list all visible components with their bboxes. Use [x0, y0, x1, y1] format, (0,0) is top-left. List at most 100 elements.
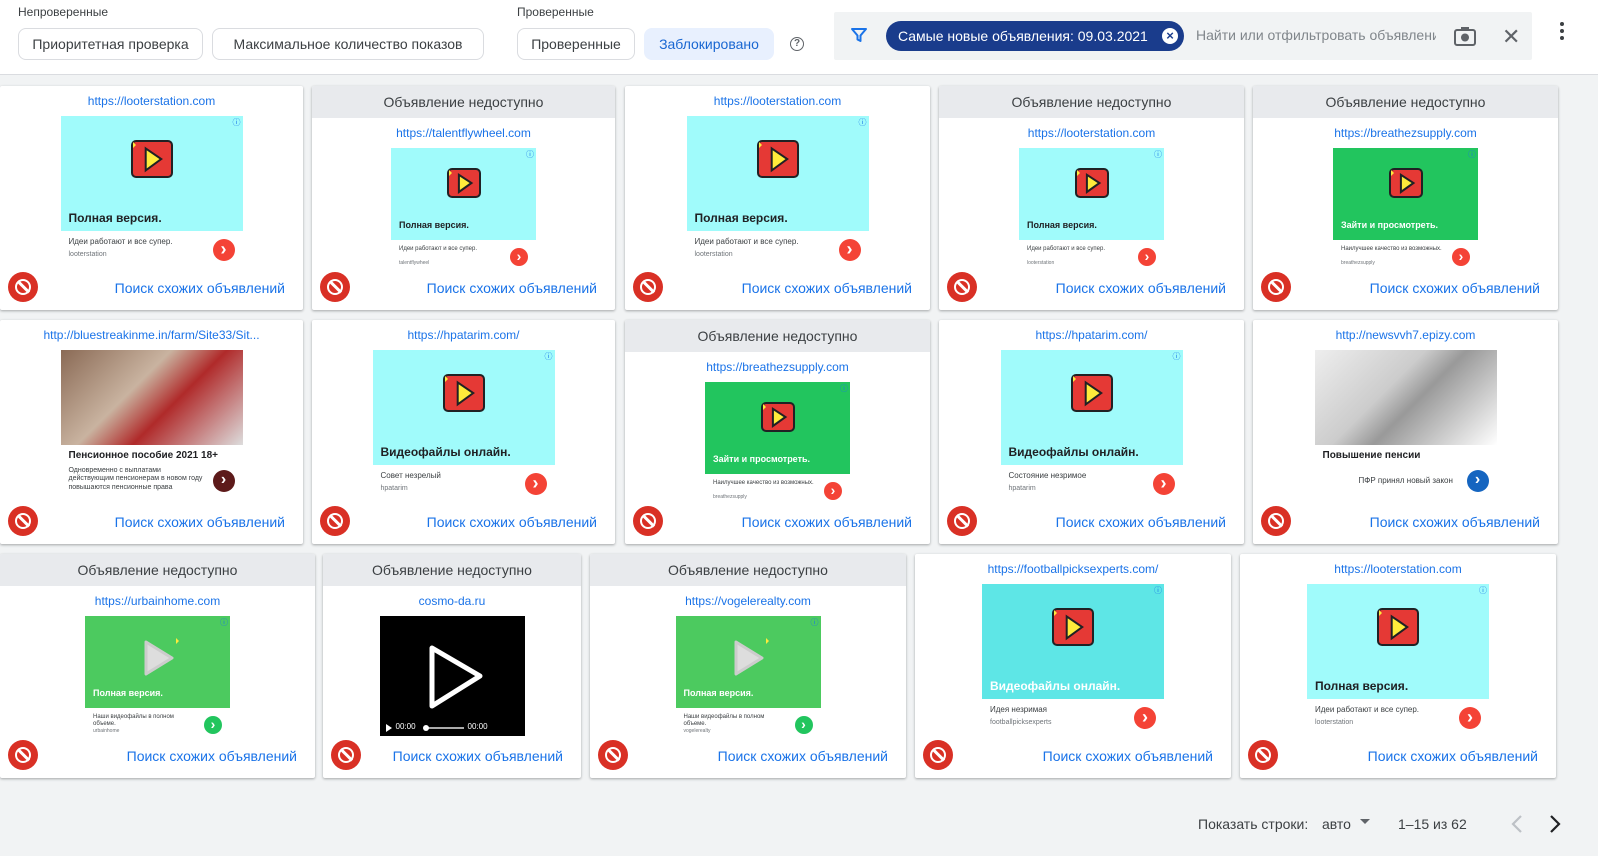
ad-arrow-icon[interactable]: › — [204, 716, 222, 734]
ad-creative[interactable]: Зайти и просмотреть. Наилучшее качество и… — [705, 382, 850, 502]
ad-arrow-icon[interactable]: › — [824, 482, 842, 500]
ad-arrow-icon[interactable]: › — [212, 239, 235, 261]
ad-creative[interactable]: Видеофайлы онлайн. Состояние незримое hpat… — [1000, 350, 1183, 500]
ad-url-link[interactable]: https://breathezsupply.com — [1253, 118, 1558, 148]
ad-card[interactable]: http://newsvvh7.epizy.com Повышение пенси… — [1253, 320, 1558, 544]
find-similar-link[interactable]: Поиск схожих объявлений — [127, 748, 297, 764]
camera-icon[interactable] — [1454, 26, 1476, 46]
ad-url-link[interactable]: https://urbainhome.com — [0, 586, 315, 616]
block-ad-icon[interactable] — [947, 272, 977, 302]
find-similar-link[interactable]: Поиск схожих объявлений — [1056, 514, 1226, 530]
ad-url-link[interactable]: https://footballpicksexperts.com/ — [915, 554, 1231, 584]
ad-info-icon[interactable]: ⓘ — [1154, 149, 1162, 160]
ad-card[interactable]: Объявление недоступно https://talentflywh… — [312, 86, 615, 310]
ad-arrow-icon[interactable]: › — [838, 239, 861, 261]
ad-url-link[interactable]: https://vogelerealty.com — [590, 586, 906, 616]
block-ad-icon[interactable] — [8, 272, 38, 302]
block-ad-icon[interactable] — [320, 506, 350, 536]
find-similar-link[interactable]: Поиск схожих объявлений — [1370, 280, 1540, 296]
block-ad-icon[interactable] — [1261, 506, 1291, 536]
block-ad-icon[interactable] — [633, 272, 663, 302]
ad-info-icon[interactable]: ⓘ — [859, 117, 867, 128]
ad-arrow-icon[interactable]: › — [1459, 707, 1481, 729]
ad-url-link[interactable]: https://hpatarim.com/ — [939, 320, 1244, 350]
ad-url-link[interactable]: https://hpatarim.com/ — [312, 320, 615, 350]
ad-arrow-icon[interactable]: › — [794, 716, 813, 734]
ad-arrow-icon[interactable]: › — [1466, 470, 1489, 492]
ad-creative[interactable]: Видеофайлы онлайн. Идея незримая footballp… — [982, 584, 1164, 734]
ad-url-link[interactable]: http://newsvvh7.epizy.com — [1253, 320, 1558, 350]
ad-card[interactable]: Объявление недоступно https://urbainhome.… — [0, 554, 315, 778]
ad-creative[interactable]: Видеофайлы онлайн. Совет незрелый hpatarim… — [372, 350, 555, 500]
ad-arrow-icon[interactable]: › — [1152, 473, 1175, 495]
close-icon[interactable]: ✕ — [1502, 24, 1520, 50]
ad-card[interactable]: Объявление недоступно https://looterstati… — [939, 86, 1244, 310]
find-similar-link[interactable]: Поиск схожих объявлений — [718, 748, 888, 764]
remove-filter-icon[interactable]: × — [1162, 28, 1178, 44]
find-similar-link[interactable]: Поиск схожих объявлений — [742, 514, 912, 530]
ad-url-link[interactable]: https://looterstation.com — [1240, 554, 1556, 584]
next-page-icon[interactable] — [1548, 814, 1562, 834]
ad-url-link[interactable]: https://talentflywheel.com — [312, 118, 615, 148]
ad-creative[interactable]: Полная версия. Наши видеофайлы в полном о… — [85, 616, 230, 736]
ad-info-icon[interactable]: ⓘ — [545, 351, 553, 362]
block-ad-icon[interactable] — [633, 506, 663, 536]
ad-creative[interactable]: Полная версия. Идеи работают и все супер.… — [1307, 584, 1489, 734]
block-ad-icon[interactable] — [320, 272, 350, 302]
ad-url-link[interactable]: https://looterstation.com — [939, 118, 1244, 148]
ad-info-icon[interactable]: ⓘ — [1468, 149, 1476, 160]
block-ad-icon[interactable] — [923, 740, 953, 770]
prev-page-icon[interactable] — [1510, 814, 1524, 834]
ad-arrow-icon[interactable]: › — [1134, 707, 1156, 729]
block-ad-icon[interactable] — [598, 740, 628, 770]
ad-creative[interactable]: Пенсионное пособие 2021 18+ Одновременно … — [60, 350, 243, 500]
ad-info-icon[interactable]: ⓘ — [1154, 585, 1162, 596]
ad-creative[interactable]: Полная версия. Идеи работают и все супер.… — [1019, 148, 1164, 268]
ad-card[interactable]: https://footballpicksexperts.com/Видеофа… — [915, 554, 1231, 778]
find-similar-link[interactable]: Поиск схожих объявлений — [1056, 280, 1226, 296]
find-similar-link[interactable]: Поиск схожих объявлений — [115, 280, 285, 296]
blocked-chip[interactable]: Заблокировано — [644, 28, 774, 60]
ad-creative[interactable]: Полная версия. Наши видеофайлы в полном о… — [675, 616, 821, 736]
ad-arrow-icon[interactable]: › — [212, 470, 235, 492]
find-similar-link[interactable]: Поиск схожих объявлений — [115, 514, 285, 530]
find-similar-link[interactable]: Поиск схожих объявлений — [1043, 748, 1213, 764]
find-similar-link[interactable]: Поиск схожих объявлений — [1370, 514, 1540, 530]
find-similar-link[interactable]: Поиск схожих объявлений — [742, 280, 912, 296]
ad-info-icon[interactable]: ⓘ — [526, 149, 534, 160]
block-ad-icon[interactable] — [8, 740, 38, 770]
ad-card[interactable]: https://looterstation.com Полная версия. И… — [625, 86, 930, 310]
ad-info-icon[interactable]: ⓘ — [1479, 585, 1487, 596]
filter-icon[interactable] — [850, 26, 868, 44]
max-impressions-chip[interactable]: Максимальное количество показов — [212, 28, 484, 60]
ad-url-link[interactable]: http://bluestreakinme.in/farm/Site33/Sit… — [0, 320, 303, 350]
ad-creative[interactable]: Полная версия. Идеи работают и все супер.… — [686, 116, 869, 266]
find-similar-link[interactable]: Поиск схожих объявлений — [427, 514, 597, 530]
rows-select[interactable]: авто — [1322, 816, 1351, 832]
ad-card[interactable]: Объявление недоступно https://breathezsup… — [1253, 86, 1558, 310]
ad-creative[interactable]: Повышение пенсии ПФР принял новый закон › — [1314, 350, 1497, 500]
ad-url-link[interactable]: https://breathezsupply.com — [625, 352, 930, 382]
ad-arrow-icon[interactable]: › — [1138, 248, 1156, 266]
block-ad-icon[interactable] — [331, 740, 361, 770]
ad-arrow-icon[interactable]: › — [510, 248, 528, 266]
ad-creative[interactable]: 00:00 00:00 — [379, 616, 525, 736]
ad-url-link[interactable]: https://looterstation.com — [625, 86, 930, 116]
ad-card[interactable]: https://looterstation.com Полная версия. И… — [0, 86, 303, 310]
ad-arrow-icon[interactable]: › — [524, 473, 547, 495]
priority-review-chip[interactable]: Приоритетная проверка — [18, 28, 203, 60]
ad-creative[interactable]: Зайти и просмотреть. Наилучшее качество и… — [1333, 148, 1478, 268]
ad-info-icon[interactable]: ⓘ — [1173, 351, 1181, 362]
ad-card[interactable]: Объявление недоступно https://breathezsup… — [625, 320, 930, 544]
video-play-icon[interactable] — [380, 616, 525, 736]
more-options-icon[interactable] — [1560, 22, 1566, 43]
block-ad-icon[interactable] — [8, 506, 38, 536]
ad-info-icon[interactable]: ⓘ — [233, 117, 241, 128]
block-ad-icon[interactable] — [947, 506, 977, 536]
find-similar-link[interactable]: Поиск схожих объявлений — [393, 748, 563, 764]
find-similar-link[interactable]: Поиск схожих объявлений — [1368, 748, 1538, 764]
search-input[interactable]: Найти или отфильтровать объявлени — [1196, 27, 1436, 43]
ad-info-icon[interactable]: ⓘ — [220, 617, 228, 628]
verified-chip[interactable]: Проверенные — [517, 28, 635, 60]
ad-url-link[interactable]: cosmo-da.ru — [323, 586, 581, 616]
